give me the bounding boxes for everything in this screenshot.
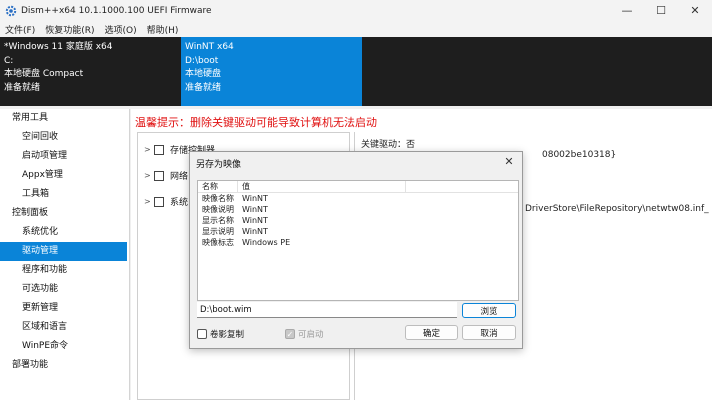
column-name[interactable]: 名称 bbox=[198, 181, 238, 192]
cell-value: Windows PE bbox=[242, 238, 291, 247]
app-gear-icon bbox=[5, 5, 17, 16]
expand-arrow-icon[interactable]: > bbox=[144, 197, 154, 206]
menu-help[interactable]: 帮助(H) bbox=[147, 23, 179, 36]
detail-critical: 关键驱动：否 bbox=[361, 140, 416, 150]
cell-value: WinNT bbox=[242, 216, 268, 225]
cell-name: 映像标志 bbox=[202, 238, 234, 247]
cell-name: 映像说明 bbox=[202, 205, 234, 214]
menu-file[interactable]: 文件(F) bbox=[5, 23, 35, 36]
warning-text: 温馨提示：删除关键驱动可能导致计算机无法启动 bbox=[135, 116, 377, 129]
table-row[interactable]: 映像名称 WinNT bbox=[198, 193, 518, 204]
sidebar-item-startup[interactable]: 启动项管理 bbox=[0, 147, 129, 166]
column-empty bbox=[406, 181, 518, 192]
bootable-checkbox: ✓ bbox=[285, 329, 295, 339]
volume-shadow-checkbox[interactable] bbox=[197, 329, 207, 339]
system-storage: 本地硬盘 Compact bbox=[4, 69, 84, 79]
image-path-input[interactable] bbox=[197, 302, 457, 318]
detail-inf-path: DriverStore\FileRepository\netwtw08.inf_ bbox=[525, 204, 709, 214]
close-window-button[interactable]: ✕ bbox=[678, 0, 712, 21]
volume-shadow-label: 卷影复制 bbox=[210, 330, 245, 340]
sidebar-group-control-panel[interactable]: 控制面板 bbox=[0, 204, 129, 223]
sidebar-item-optimize[interactable]: 系统优化 bbox=[0, 223, 129, 242]
list-header: 名称 值 bbox=[198, 181, 518, 193]
save-image-dialog: 另存为映像 ✕ 名称 值 映像名称 WinNT 映像说明 WinNT 显示名称 … bbox=[189, 151, 523, 349]
bootable-checkbox-row: ✓ 可启动 bbox=[285, 328, 324, 340]
column-value[interactable]: 值 bbox=[238, 181, 406, 192]
expand-arrow-icon[interactable]: > bbox=[144, 145, 154, 154]
minimize-button[interactable]: — bbox=[610, 0, 644, 21]
cell-value: WinNT bbox=[242, 205, 268, 214]
title-bar: Dism++x64 10.1.1000.100 UEFI Firmware — … bbox=[0, 0, 712, 21]
sidebar-item-appx[interactable]: Appx管理 bbox=[0, 166, 129, 185]
table-row[interactable]: 显示说明 WinNT bbox=[198, 226, 518, 237]
table-row[interactable]: 映像标志 Windows PE bbox=[198, 237, 518, 248]
cell-name: 显示说明 bbox=[202, 227, 234, 236]
sidebar-item-optional-features[interactable]: 可选功能 bbox=[0, 280, 129, 299]
sidebar-item-toolbox[interactable]: 工具箱 bbox=[0, 185, 129, 204]
maximize-button[interactable]: ☐ bbox=[644, 0, 678, 21]
system-name: *Windows 11 家庭版 x64 bbox=[4, 42, 113, 52]
table-row[interactable]: 映像说明 WinNT bbox=[198, 204, 518, 215]
tree-label: 系统 bbox=[170, 198, 189, 208]
sidebar-item-region[interactable]: 区域和语言 bbox=[0, 318, 129, 337]
volume-shadow-checkbox-row[interactable]: 卷影复制 bbox=[197, 328, 244, 340]
table-row[interactable]: 显示名称 WinNT bbox=[198, 215, 518, 226]
menu-restore[interactable]: 恢复功能(R) bbox=[45, 23, 94, 36]
sidebar-item-updates[interactable]: 更新管理 bbox=[0, 299, 129, 318]
tree-node-network[interactable]: > 网络 bbox=[144, 169, 188, 182]
window-title: Dism++x64 10.1.1000.100 UEFI Firmware bbox=[21, 5, 212, 16]
window-controls: — ☐ ✕ bbox=[610, 0, 712, 21]
cell-value: WinNT bbox=[242, 227, 268, 236]
dialog-title: 另存为映像 bbox=[196, 160, 242, 170]
cell-name: 显示名称 bbox=[202, 216, 234, 225]
system-card-winnt[interactable]: WinNT x64 D:\boot 本地硬盘 准备就绪 bbox=[181, 37, 362, 106]
sidebar-item-space-cleanup[interactable]: 空间回收 bbox=[0, 128, 129, 147]
system-selector-bar: *Windows 11 家庭版 x64 C: 本地硬盘 Compact 准备就绪… bbox=[0, 37, 712, 106]
tree-checkbox[interactable] bbox=[154, 196, 164, 207]
sidebar-item-winpe[interactable]: WinPE命令 bbox=[0, 337, 129, 356]
cancel-button[interactable]: 取消 bbox=[462, 325, 516, 340]
system-status: 准备就绪 bbox=[4, 82, 41, 93]
cell-name: 映像名称 bbox=[202, 194, 234, 203]
tree-node-system[interactable]: > 系统 bbox=[144, 195, 188, 208]
sidebar-item-drivers[interactable]: 驱动管理 bbox=[0, 242, 127, 261]
tree-checkbox[interactable] bbox=[154, 170, 164, 181]
bootable-label: 可启动 bbox=[298, 330, 324, 340]
ok-button[interactable]: 确定 bbox=[405, 325, 458, 340]
system-storage: 本地硬盘 bbox=[185, 69, 222, 79]
system-drive: C: bbox=[4, 55, 14, 66]
system-drive: D:\boot bbox=[185, 55, 219, 66]
close-icon[interactable]: ✕ bbox=[502, 154, 516, 168]
image-info-list: 名称 值 映像名称 WinNT 映像说明 WinNT 显示名称 WinNT 显示… bbox=[197, 180, 519, 301]
expand-arrow-icon[interactable]: > bbox=[144, 171, 154, 180]
system-status: 准备就绪 bbox=[185, 82, 222, 93]
cell-value: WinNT bbox=[242, 194, 268, 203]
tree-label: 网络 bbox=[170, 172, 189, 182]
browse-button[interactable]: 浏览 bbox=[462, 303, 516, 318]
sidebar-item-programs[interactable]: 程序和功能 bbox=[0, 261, 129, 280]
menu-options[interactable]: 选项(O) bbox=[104, 23, 136, 36]
system-card-windows11[interactable]: *Windows 11 家庭版 x64 C: 本地硬盘 Compact 准备就绪 bbox=[0, 37, 181, 106]
system-name: WinNT x64 bbox=[185, 42, 234, 52]
tree-checkbox[interactable] bbox=[154, 144, 164, 155]
sidebar: 常用工具 空间回收 启动项管理 Appx管理 工具箱 控制面板 系统优化 驱动管… bbox=[0, 109, 130, 400]
sidebar-group-common-tools[interactable]: 常用工具 bbox=[0, 109, 129, 128]
sidebar-group-deploy[interactable]: 部署功能 bbox=[0, 356, 129, 375]
menu-bar: 文件(F) 恢复功能(R) 选项(O) 帮助(H) bbox=[0, 21, 712, 37]
detail-class-guid: 08002be10318} bbox=[542, 150, 617, 160]
